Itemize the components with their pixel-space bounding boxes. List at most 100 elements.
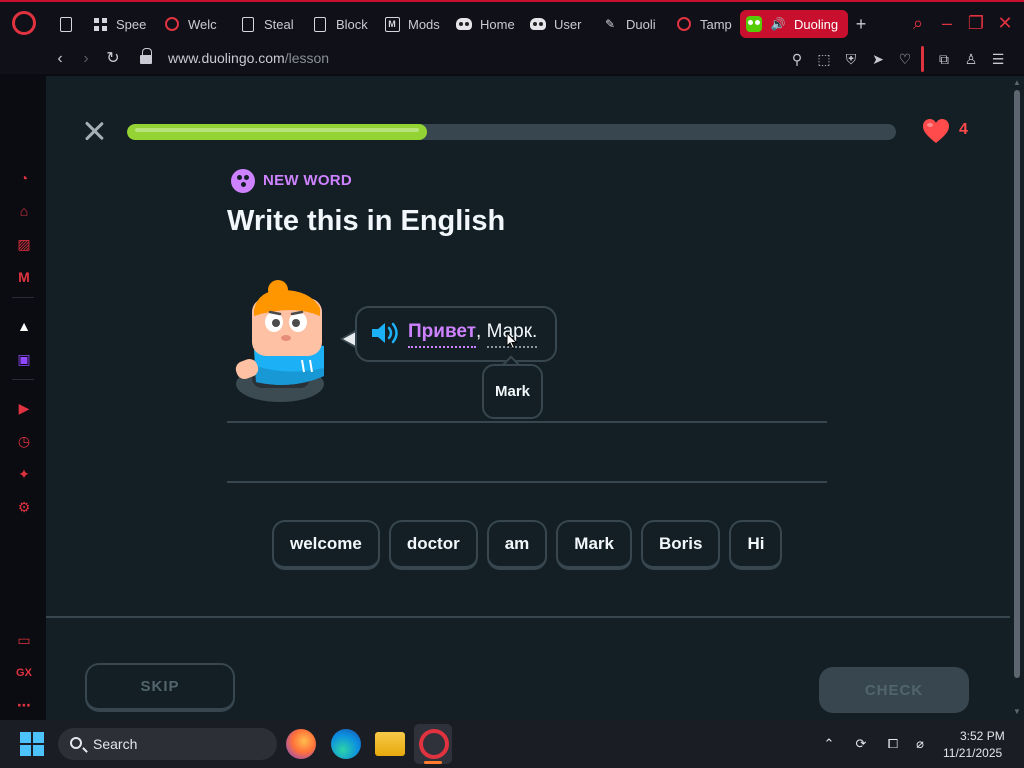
answer-line	[227, 421, 827, 423]
page-scrollbar[interactable]: ▲ ▼	[1010, 76, 1024, 720]
word-tile-doctor[interactable]: doctor	[388, 520, 478, 570]
tab-label: Block	[336, 16, 368, 32]
skip-button[interactable]: SKIP	[85, 663, 235, 712]
clock-date[interactable]: 11/21/2025	[943, 746, 1002, 760]
new-word-label: NEW WORD	[263, 172, 353, 189]
opera-icon	[164, 16, 180, 32]
taskbar-search[interactable]: Search	[58, 728, 277, 760]
doc-icon	[240, 16, 256, 32]
close-window-button[interactable]: ✕	[994, 12, 1016, 34]
doc-icon	[58, 16, 74, 32]
new-word-icon	[231, 169, 255, 193]
tab-label: Steal	[264, 16, 294, 32]
sidebar-divider	[12, 379, 34, 380]
sync-icon[interactable]: ⟳	[851, 734, 871, 754]
more-icon[interactable]: ⋯	[14, 695, 34, 715]
hearts-count: 4	[959, 121, 968, 138]
lock-icon[interactable]	[140, 48, 152, 64]
duolingo-icon	[746, 16, 762, 32]
translation-tooltip: Mark	[482, 364, 543, 419]
gx-control-icon[interactable]: ◔	[14, 168, 34, 188]
tab-8[interactable]: ✎ Duoli	[596, 10, 662, 38]
profile-icon[interactable]: ♙	[961, 49, 981, 69]
word-tile-mark[interactable]: Mark	[556, 520, 632, 570]
m-icon: M	[384, 16, 400, 32]
file-explorer-icon[interactable]	[375, 732, 405, 756]
tab-4[interactable]: Block	[306, 10, 378, 38]
word-tile-welcome[interactable]: welcome	[272, 520, 380, 570]
forward-button[interactable]: ›	[75, 48, 97, 70]
tab-label: Mods	[408, 16, 440, 32]
new-tab-button[interactable]: +	[851, 14, 871, 34]
tab-7[interactable]: User	[524, 10, 584, 38]
search-tabs-icon[interactable]: ⌕	[907, 12, 929, 34]
opera-menu-icon[interactable]	[12, 11, 36, 35]
send-icon[interactable]: ➤	[868, 49, 888, 69]
tab-label: Duoli	[626, 16, 656, 32]
tool-icon: ✎	[604, 17, 616, 31]
sidebar-divider	[12, 297, 34, 298]
tab-2[interactable]: Welc	[158, 10, 228, 38]
maximize-button[interactable]: ❐	[965, 12, 987, 34]
word-bank: welcome doctor am Mark Boris Hi	[272, 520, 783, 570]
grid-icon	[92, 16, 108, 32]
close-lesson-icon[interactable]	[82, 119, 106, 143]
gaming-news-icon[interactable]: ▨	[14, 234, 34, 254]
taskbar-search-label: Search	[93, 736, 138, 752]
network-icon[interactable]: ⌀	[910, 734, 930, 754]
snapshot-icon[interactable]: ⬚	[814, 49, 834, 69]
tab-6[interactable]: Home	[450, 10, 524, 38]
chevron-up-icon[interactable]: ⌃	[819, 734, 839, 754]
url-field[interactable]: www.duolingo.com/lesson	[168, 50, 329, 66]
word-tile-am[interactable]: am	[486, 520, 548, 570]
character-illustration	[235, 280, 324, 402]
url-path: /lesson	[284, 50, 330, 66]
tab-9[interactable]: Tamp	[670, 10, 732, 38]
arc-icon[interactable]: ▲	[14, 316, 34, 336]
windows-start-icon[interactable]	[20, 732, 44, 756]
scrollbar-thumb[interactable]	[1014, 90, 1020, 678]
tab-label: Welc	[188, 16, 217, 32]
history-icon[interactable]: ◷	[14, 431, 34, 451]
speaker-icon[interactable]	[370, 320, 400, 346]
minimize-button[interactable]: –	[936, 12, 958, 34]
settings-icon[interactable]: ⚙	[14, 497, 34, 517]
back-button[interactable]: ‹	[49, 48, 71, 70]
tab-3[interactable]: Steal	[234, 10, 304, 38]
easy-setup-icon[interactable]: ☰	[988, 49, 1008, 69]
check-button[interactable]: CHECK	[819, 667, 969, 713]
m-icon[interactable]: M	[14, 267, 34, 287]
extensions-icon[interactable]: ⧉	[934, 49, 954, 69]
firefox-icon[interactable]	[286, 729, 316, 759]
tab-label: Spee	[116, 16, 147, 32]
clock-time[interactable]: 3:52 PM	[960, 729, 1005, 743]
tab-label: Home	[480, 16, 515, 32]
browser-sidebar: ◔ ⌂ ▨ M ▲ ▣ ▶ ◷ ✦ ⚙ ▭ GX ⋯	[0, 74, 46, 720]
edge-icon[interactable]	[331, 729, 361, 759]
battery-icon[interactable]: ▭	[14, 630, 34, 650]
challenge-title: Write this in English	[227, 205, 506, 237]
prompt-word-privet[interactable]: Привет	[408, 321, 476, 348]
gx-icon[interactable]: GX	[14, 663, 34, 683]
player-icon[interactable]: ▶	[14, 398, 34, 418]
tab-1[interactable]: Spee	[86, 10, 156, 38]
heart-outline-icon[interactable]: ♡	[895, 49, 915, 69]
scroll-down-icon[interactable]: ▼	[1012, 707, 1022, 717]
display-icon[interactable]: ⧠	[883, 734, 903, 754]
tab-5[interactable]: M Mods	[378, 10, 448, 38]
search-icon	[70, 737, 82, 749]
heart-icon	[923, 119, 949, 143]
word-tile-boris[interactable]: Boris	[640, 520, 721, 570]
twitch-icon[interactable]: ▣	[14, 349, 34, 369]
reload-button[interactable]: ↻	[102, 48, 124, 70]
tab-duolingo-active[interactable]: 🔊 Duoling	[740, 10, 848, 38]
pin-icon[interactable]: ⚲	[787, 49, 807, 69]
scroll-up-icon[interactable]: ▲	[1012, 78, 1022, 88]
extensions-icon[interactable]: ✦	[14, 464, 34, 484]
url-domain: www.duolingo.com	[168, 50, 285, 66]
word-tile-hi[interactable]: Hi	[729, 520, 783, 570]
opera-gx-icon[interactable]	[419, 729, 449, 759]
mouse-cursor-icon	[506, 332, 518, 350]
gx-corner-icon[interactable]: ⌂	[14, 201, 34, 221]
shield-icon[interactable]: ⛨	[841, 49, 861, 69]
